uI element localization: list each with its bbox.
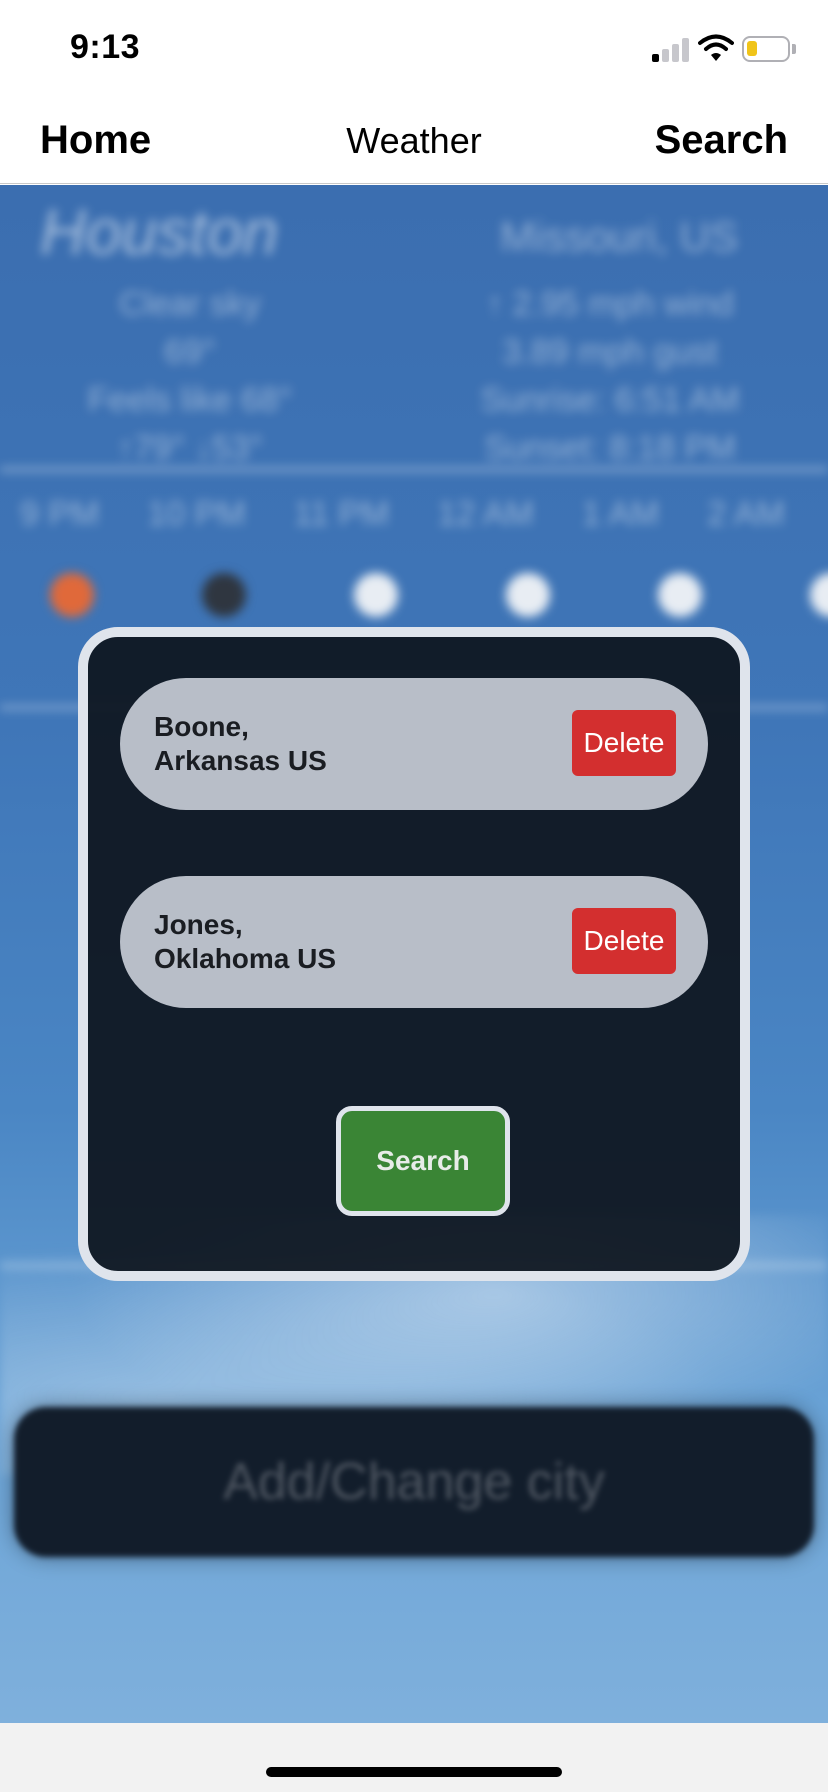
bg-sunrise: Sunrise: 6:51 AM xyxy=(480,381,740,419)
search-tab[interactable]: Search xyxy=(655,118,788,163)
navigation-bar: Home Weather Search xyxy=(0,96,828,184)
status-bar: 9:13 xyxy=(0,0,828,96)
status-time: 9:13 xyxy=(70,28,141,66)
bg-hour: 12 AM xyxy=(437,495,534,533)
bg-high-low: ↑79° ↓53° xyxy=(116,429,264,467)
saved-city-item[interactable]: Boone, Arkansas US Delete xyxy=(120,678,708,810)
delete-button[interactable]: Delete xyxy=(572,908,676,974)
home-indicator[interactable] xyxy=(266,1767,562,1777)
moon-icon xyxy=(202,573,246,617)
cellular-signal-icon xyxy=(652,38,690,62)
bg-hourly-icons xyxy=(50,573,828,617)
city-region-line: Arkansas US xyxy=(154,745,327,776)
bg-region: Missouri, US xyxy=(499,213,738,260)
bg-conditions: Clear sky 69° Feels like 68° ↑79° ↓53° xyxy=(40,280,340,472)
bg-condition-text: Clear sky xyxy=(119,285,261,323)
bg-hour: 2 AM xyxy=(707,495,785,533)
bg-hour: 11 PM xyxy=(293,495,390,533)
add-change-city-button: Add/Change city xyxy=(14,1407,814,1557)
bg-hour: 9 PM xyxy=(20,495,100,533)
bg-wind: ↑ 2.95 mph wind xyxy=(486,285,734,323)
cloud-icon xyxy=(354,573,398,617)
screen: 9:13 Home Weather Search Houston Missour… xyxy=(0,0,828,1792)
bg-temperature: 69° xyxy=(164,333,216,371)
bg-wind-sun: ↑ 2.95 mph wind 3.89 mph gust Sunrise: 6… xyxy=(440,280,780,472)
city-name-line: Jones, xyxy=(154,909,243,940)
home-tab[interactable]: Home xyxy=(40,118,151,163)
saved-city-item[interactable]: Jones, Oklahoma US Delete xyxy=(120,876,708,1008)
bg-sunset: Sunset: 8:18 PM xyxy=(484,429,736,467)
saved-city-name: Jones, Oklahoma US xyxy=(154,908,336,976)
cloud-icon xyxy=(810,573,828,617)
city-region-line: Oklahoma US xyxy=(154,943,337,974)
bg-gust: 3.89 mph gust xyxy=(502,333,718,371)
search-button[interactable]: Search xyxy=(336,1106,510,1216)
saved-cities-modal: Boone, Arkansas US Delete Jones, Oklahom… xyxy=(78,627,750,1281)
sun-icon xyxy=(50,573,94,617)
cloud-icon xyxy=(506,573,550,617)
bg-hour: 1 AM xyxy=(581,495,660,533)
bg-hourly-times: 9 PM 10 PM 11 PM 12 AM 1 AM 2 AM xyxy=(20,495,785,534)
saved-city-name: Boone, Arkansas US xyxy=(154,710,327,778)
delete-button[interactable]: Delete xyxy=(572,710,676,776)
battery-icon xyxy=(742,36,796,64)
home-indicator-area xyxy=(0,1723,828,1792)
cloud-icon xyxy=(658,573,702,617)
bg-feels-like: Feels like 68° xyxy=(87,381,293,419)
bg-divider xyxy=(0,467,828,472)
bg-hour: 10 PM xyxy=(147,495,246,533)
wifi-icon xyxy=(698,34,734,62)
bg-city-name: Houston xyxy=(40,196,279,268)
city-name-line: Boone, xyxy=(154,711,249,742)
